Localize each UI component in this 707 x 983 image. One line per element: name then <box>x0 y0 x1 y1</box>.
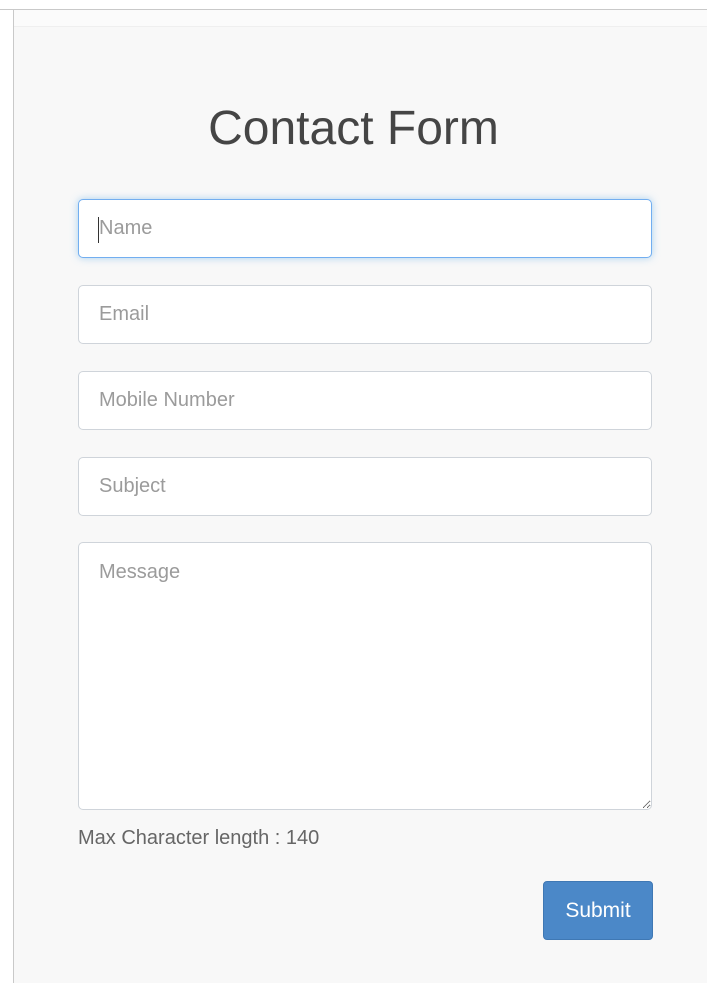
name-input[interactable] <box>78 199 652 258</box>
max-character-length-hint: Max Character length : 140 <box>78 827 320 849</box>
mobile-number-input[interactable] <box>78 371 652 430</box>
subject-input[interactable] <box>78 457 652 516</box>
text-cursor <box>98 217 99 243</box>
email-input[interactable] <box>78 285 652 344</box>
message-textarea[interactable] <box>78 542 652 810</box>
page-frame: Contact Form Max Character length : 140 … <box>0 0 707 983</box>
panel-top-strip <box>14 10 707 27</box>
submit-button[interactable]: Submit <box>543 881 653 940</box>
contact-form-title: Contact Form <box>208 102 499 155</box>
